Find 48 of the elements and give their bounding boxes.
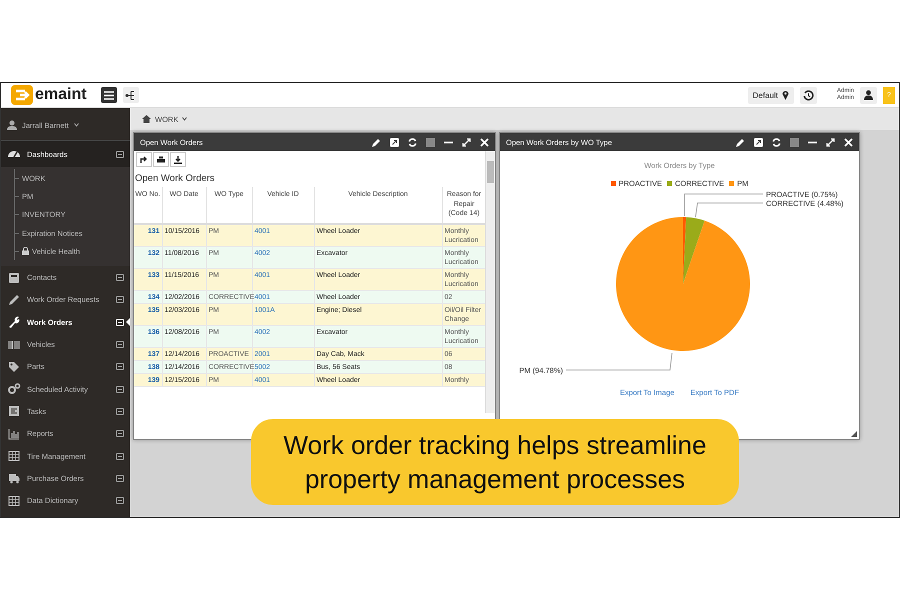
- book-icon: [7, 270, 21, 285]
- sitemap-icon: [125, 90, 136, 100]
- user-icon: [864, 90, 873, 100]
- caret-icon: [74, 123, 79, 127]
- sitemap-button[interactable]: [122, 87, 139, 103]
- pencil-icon: [7, 292, 21, 307]
- menu-button[interactable]: [100, 87, 117, 103]
- download-icon: [174, 156, 182, 164]
- tag-icon: [7, 360, 21, 374]
- pencil-icon[interactable]: [736, 138, 745, 146]
- grid-icon: [7, 449, 21, 463]
- caret-icon: [182, 117, 188, 121]
- refresh-icon[interactable]: [408, 138, 417, 146]
- resize-grip-icon[interactable]: [851, 431, 857, 437]
- history-icon: [802, 90, 814, 100]
- expand-icon[interactable]: [826, 138, 835, 146]
- close-icon[interactable]: [844, 138, 853, 146]
- history-button[interactable]: [800, 86, 817, 104]
- home-icon: [142, 115, 151, 123]
- share-arrow-icon: [140, 156, 148, 164]
- caption-banner: Work order tracking helps streamline property management processes: [251, 419, 739, 505]
- grid-icon: [7, 494, 21, 508]
- close-icon[interactable]: [480, 138, 489, 146]
- expand-icon[interactable]: [462, 138, 471, 146]
- truck-icon: [7, 471, 21, 486]
- popout-icon[interactable]: [390, 138, 399, 146]
- export-button[interactable]: [136, 152, 152, 167]
- color-swatch-icon[interactable]: [790, 138, 799, 146]
- gears-icon: [7, 382, 21, 396]
- scrollbar[interactable]: [485, 151, 495, 413]
- bar-chart-icon: [7, 426, 21, 441]
- wrench-icon: [7, 315, 21, 330]
- user-button[interactable]: [860, 86, 877, 104]
- pencil-icon[interactable]: [372, 138, 381, 146]
- popout-icon[interactable]: [754, 138, 763, 146]
- table-title: Open Work Orders: [134, 172, 216, 186]
- download-button[interactable]: [170, 152, 186, 167]
- layout-button[interactable]: Default: [748, 86, 794, 104]
- printer-icon: [157, 156, 165, 164]
- print-button[interactable]: [153, 152, 169, 167]
- user-icon: [7, 120, 17, 130]
- list-icon: [7, 404, 21, 418]
- refresh-icon[interactable]: [772, 138, 781, 146]
- menu-icon: [104, 90, 114, 100]
- map-pin-icon: [782, 90, 789, 100]
- color-swatch-icon[interactable]: [426, 138, 435, 146]
- logo-text: emaint: [35, 86, 87, 104]
- collapse-icon[interactable]: [116, 150, 124, 158]
